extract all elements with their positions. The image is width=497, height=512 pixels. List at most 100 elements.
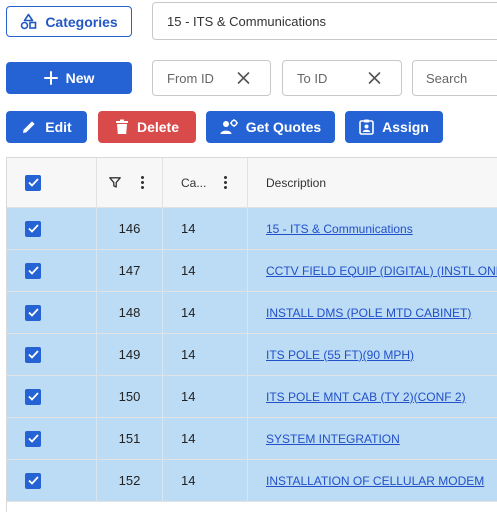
row-checkbox[interactable]: [25, 346, 41, 363]
row-description-link[interactable]: INSTALLATION OF CELLULAR MODEM: [266, 474, 484, 488]
new-label: New: [65, 70, 95, 86]
plus-icon: [43, 71, 58, 85]
row-id: 147: [118, 263, 141, 278]
new-button[interactable]: New: [6, 62, 132, 94]
row-id: 150: [118, 389, 141, 404]
row-description-cell: ITS POLE (55 FT)(90 MPH): [248, 334, 497, 375]
check-icon: [27, 392, 39, 401]
row-checkbox[interactable]: [25, 472, 41, 489]
header-description-label: Description: [266, 175, 327, 190]
categories-label: Categories: [45, 13, 118, 30]
check-icon: [27, 350, 39, 359]
row-category: 14: [181, 347, 196, 362]
row-select-cell: [7, 292, 97, 333]
row-select-cell: [7, 334, 97, 375]
row-description-link[interactable]: 15 - ITS & Communications: [266, 222, 413, 236]
row-select-cell: [7, 460, 97, 501]
shapes-icon: [21, 13, 37, 30]
header-category-cell[interactable]: Ca...: [163, 158, 248, 207]
row-select-cell: [7, 418, 97, 459]
row-id-cell: 146: [97, 208, 163, 249]
search-input[interactable]: Search: [412, 60, 497, 96]
row-checkbox[interactable]: [25, 388, 41, 405]
header-select-cell: [7, 158, 97, 207]
row-category-cell: 14: [163, 460, 248, 501]
row-category-cell: 14: [163, 418, 248, 459]
row-description-link[interactable]: SYSTEM INTEGRATION: [266, 432, 400, 446]
row-description-link[interactable]: ITS POLE (55 FT)(90 MPH): [266, 348, 414, 362]
row-id-cell: 151: [97, 418, 163, 459]
from-id-placeholder: From ID: [167, 70, 214, 86]
row-id: 149: [118, 347, 141, 362]
check-icon: [27, 266, 39, 275]
row-category: 14: [181, 389, 196, 404]
row-id: 152: [118, 473, 141, 488]
row-category-cell: 14: [163, 250, 248, 291]
table-row[interactable]: 151 14 SYSTEM INTEGRATION: [7, 418, 497, 460]
check-icon: [27, 224, 39, 233]
search-placeholder: Search: [426, 70, 468, 86]
table-row[interactable]: 149 14 ITS POLE (55 FT)(90 MPH): [7, 334, 497, 376]
row-description-cell: INSTALLATION OF CELLULAR MODEM: [248, 460, 497, 501]
row-description-cell: INSTALL DMS (POLE MTD CABINET): [248, 292, 497, 333]
get-quotes-label: Get Quotes: [245, 119, 322, 135]
row-id-cell: 148: [97, 292, 163, 333]
category-select[interactable]: 15 - ITS & Communications: [152, 2, 497, 40]
table-row[interactable]: 152 14 INSTALLATION OF CELLULAR MODEM: [7, 460, 497, 502]
row-id: 148: [118, 305, 141, 320]
row-id-cell: 150: [97, 376, 163, 417]
get-quotes-button[interactable]: Get Quotes: [206, 111, 335, 143]
table-row[interactable]: 148 14 INSTALL DMS (POLE MTD CABINET): [7, 292, 497, 334]
from-id-field[interactable]: From ID: [152, 60, 271, 96]
edit-button[interactable]: Edit: [6, 111, 87, 143]
row-id: 146: [118, 221, 141, 236]
row-select-cell: [7, 376, 97, 417]
table-row[interactable]: 146 14 15 - ITS & Communications: [7, 208, 497, 250]
categories-button[interactable]: Categories: [6, 6, 132, 37]
column-menu-icon[interactable]: [224, 176, 228, 189]
badge-icon: [359, 119, 374, 135]
row-checkbox[interactable]: [25, 304, 41, 321]
check-icon: [27, 476, 39, 485]
check-icon: [27, 178, 39, 187]
header-id-cell: [97, 158, 163, 207]
row-description-link[interactable]: CCTV FIELD EQUIP (DIGITAL) (INSTL ONLY): [266, 264, 497, 278]
row-checkbox[interactable]: [25, 430, 41, 447]
row-category-cell: 14: [163, 208, 248, 249]
row-description-cell: 15 - ITS & Communications: [248, 208, 497, 249]
check-icon: [27, 434, 39, 443]
row-category: 14: [181, 221, 196, 236]
table-row[interactable]: 150 14 ITS POLE MNT CAB (TY 2)(CONF 2): [7, 376, 497, 418]
to-id-placeholder: To ID: [297, 70, 328, 86]
select-all-checkbox[interactable]: [25, 174, 41, 191]
to-id-field[interactable]: To ID: [282, 60, 402, 96]
pencil-icon: [23, 121, 35, 133]
filter-icon[interactable]: [109, 177, 121, 188]
clear-to-id-icon[interactable]: [368, 72, 381, 85]
assign-button[interactable]: Assign: [345, 111, 443, 143]
row-select-cell: [7, 250, 97, 291]
header-category-label: Ca...: [181, 175, 207, 190]
edit-label: Edit: [45, 119, 72, 135]
row-description-cell: SYSTEM INTEGRATION: [248, 418, 497, 459]
row-id-cell: 147: [97, 250, 163, 291]
row-category: 14: [181, 263, 196, 278]
row-category-cell: 14: [163, 334, 248, 375]
header-description-cell[interactable]: Description: [248, 158, 497, 207]
row-description-link[interactable]: ITS POLE MNT CAB (TY 2)(CONF 2): [266, 390, 466, 404]
column-menu-icon[interactable]: [141, 176, 144, 189]
clear-from-id-icon[interactable]: [237, 72, 250, 85]
row-id-cell: 149: [97, 334, 163, 375]
row-category-cell: 14: [163, 292, 248, 333]
delete-button[interactable]: Delete: [98, 111, 196, 143]
row-category: 14: [181, 431, 196, 446]
users-gear-icon: [220, 119, 238, 134]
row-checkbox[interactable]: [25, 262, 41, 279]
trash-icon: [115, 119, 128, 134]
row-description-link[interactable]: INSTALL DMS (POLE MTD CABINET): [266, 306, 471, 320]
row-select-cell: [7, 208, 97, 249]
row-checkbox[interactable]: [25, 220, 41, 237]
category-value: 15 - ITS & Communications: [167, 13, 326, 29]
table-row[interactable]: 147 14 CCTV FIELD EQUIP (DIGITAL) (INSTL O…: [7, 250, 497, 292]
row-category: 14: [181, 305, 196, 320]
